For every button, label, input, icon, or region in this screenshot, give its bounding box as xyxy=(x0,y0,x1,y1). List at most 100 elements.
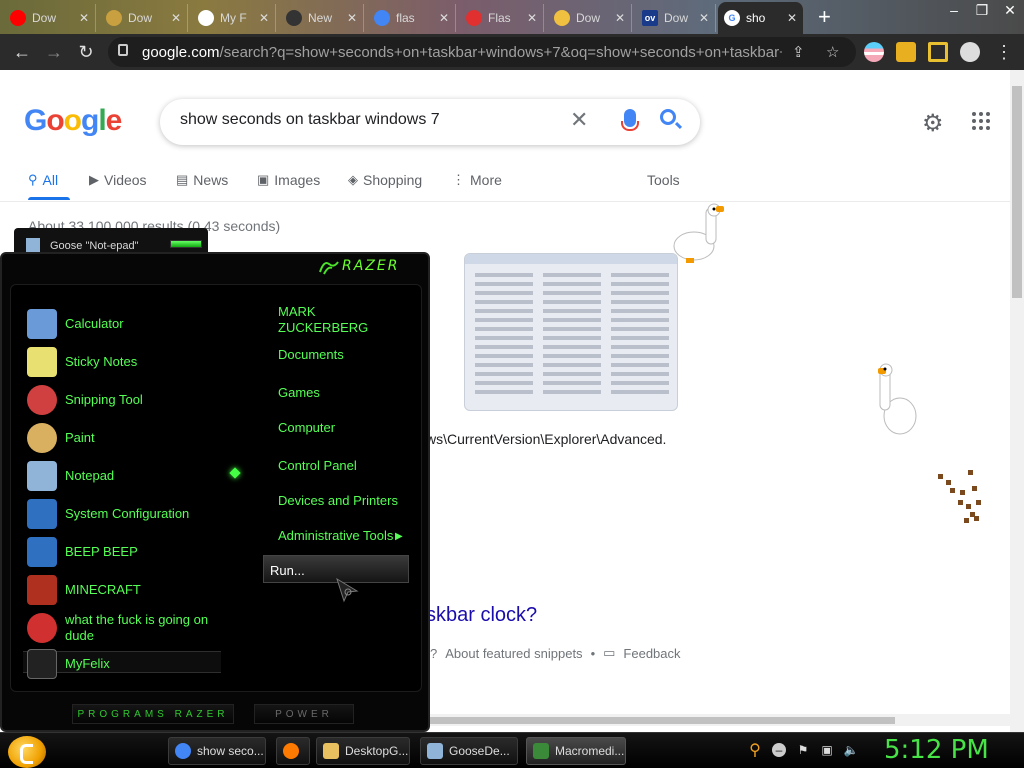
share-icon[interactable]: ⇪ xyxy=(792,43,805,61)
url-text: google.com/search?q=show+seconds+on+task… xyxy=(142,44,782,61)
forward-icon[interactable]: → xyxy=(42,40,66,64)
close-icon[interactable]: ✕ xyxy=(699,11,709,25)
place-user[interactable]: MARK ZUCKERBERG xyxy=(278,304,388,336)
taskbar-item-macromedia[interactable]: Macromedi... xyxy=(526,737,626,765)
tab-news[interactable]: ▤ News xyxy=(176,172,228,188)
minus-circle-icon[interactable]: – xyxy=(772,743,786,757)
close-icon[interactable]: ✕ xyxy=(439,11,449,25)
razer-logo: RAZER xyxy=(342,258,400,274)
window-controls: – ❐ ✕ xyxy=(940,0,1024,20)
taskbar-item-firefox[interactable] xyxy=(276,737,310,765)
close-icon[interactable]: ✕ xyxy=(615,11,625,25)
macromedia-icon xyxy=(533,743,549,759)
close-icon[interactable]: ✕ xyxy=(527,11,537,25)
avatar[interactable] xyxy=(960,42,980,62)
scrollbar-thumb[interactable] xyxy=(1012,86,1022,298)
program-myfelix[interactable]: MyFelix xyxy=(27,647,215,681)
browser-tab[interactable]: Dow ✕ xyxy=(100,4,188,32)
place-devices-printers[interactable]: Devices and Printers xyxy=(278,493,398,509)
profile-flag-icon[interactable] xyxy=(864,42,884,62)
place-administrative-tools[interactable]: Administrative Tools xyxy=(278,528,393,544)
clock[interactable]: 5:12 PM xyxy=(884,735,989,765)
scrollbar-thumb[interactable] xyxy=(430,717,895,724)
github-icon xyxy=(286,10,302,26)
related-question-link[interactable]: skbar clock? xyxy=(426,604,537,627)
address-bar[interactable]: google.com/search?q=show+seconds+on+task… xyxy=(108,37,856,67)
browser-tab-active[interactable]: Gsho ✕ xyxy=(718,2,804,34)
browser-tab[interactable]: New ✕ xyxy=(280,4,364,32)
program-snipping-tool[interactable]: Snipping Tool xyxy=(27,383,215,417)
browser-tab[interactable]: My F ✕ xyxy=(192,4,276,32)
browser-tab[interactable]: Flas ✕ xyxy=(460,4,544,32)
flag-icon[interactable]: ⚑ xyxy=(796,743,810,757)
extensions-icon[interactable] xyxy=(896,42,916,62)
search-icon[interactable] xyxy=(660,109,676,125)
close-window-icon[interactable]: ✕ xyxy=(996,0,1024,20)
clear-search-icon[interactable]: ✕ xyxy=(570,107,588,133)
volume-icon[interactable]: 🔈 xyxy=(844,743,859,757)
browser-tab[interactable]: flas ✕ xyxy=(368,4,456,32)
close-icon[interactable]: ✕ xyxy=(347,11,357,25)
microphone-icon[interactable] xyxy=(621,109,639,131)
download-icon xyxy=(554,10,570,26)
bookmark-star-icon[interactable]: ☆ xyxy=(826,43,839,61)
place-control-panel[interactable]: Control Panel xyxy=(278,458,357,474)
search-icon[interactable]: ⚲ xyxy=(748,742,762,759)
menu-kebab-icon[interactable]: ⋮ xyxy=(992,40,1016,64)
browser-tab[interactable]: Dow ✕ xyxy=(4,4,96,32)
reload-icon[interactable]: ↻ xyxy=(74,40,98,64)
scissors-icon xyxy=(27,385,57,415)
programs-button[interactable]: PROGRAMS RAZER xyxy=(72,704,234,724)
start-orb-icon[interactable] xyxy=(8,736,46,768)
tab-more[interactable]: ⋮ More xyxy=(452,172,502,188)
google-logo[interactable]: Google xyxy=(24,104,122,138)
calculator-icon xyxy=(27,309,57,339)
about-snippets-link[interactable]: About featured snippets xyxy=(445,646,582,661)
tab-images[interactable]: ▣ Images xyxy=(257,172,320,188)
program-sticky-notes[interactable]: Sticky Notes xyxy=(27,345,215,379)
taskbar-item-chrome[interactable]: show seco... xyxy=(168,737,266,765)
minimize-icon[interactable]: – xyxy=(940,0,968,20)
place-games[interactable]: Games xyxy=(278,385,320,401)
gear-icon[interactable]: ⚙ xyxy=(922,109,944,138)
program-paint[interactable]: Paint xyxy=(27,421,215,455)
tab-all[interactable]: ⚲ All xyxy=(28,172,58,188)
tools-button[interactable]: Tools xyxy=(647,172,680,188)
back-icon[interactable]: ← xyxy=(10,40,34,64)
close-icon[interactable]: ✕ xyxy=(259,11,269,25)
tag-icon: ◈ xyxy=(348,172,358,187)
network-icon[interactable]: ▣ xyxy=(820,743,834,757)
browser-tab[interactable]: Dow ✕ xyxy=(548,4,632,32)
close-icon[interactable]: ✕ xyxy=(79,11,89,25)
program-beep-beep[interactable]: BEEP BEEP xyxy=(27,535,215,569)
place-documents[interactable]: Documents xyxy=(278,347,344,363)
program-minecraft[interactable]: MINECRAFT xyxy=(27,573,215,607)
browser-tab[interactable]: ov Dow ✕ xyxy=(636,4,716,32)
feedback-link[interactable]: Feedback xyxy=(623,646,680,661)
apps-grid-icon[interactable] xyxy=(972,112,990,130)
browser-tab-strip: Dow ✕ Dow ✕ My F ✕ New ✕ flas ✕ Flas ✕ Dow ✕ ov… xyxy=(0,0,1024,34)
side-panel-icon[interactable] xyxy=(928,42,948,62)
program-angry-birds[interactable]: what the fuck is going on dude xyxy=(27,611,215,645)
new-tab-button[interactable]: + xyxy=(818,6,831,28)
goose-sprite[interactable] xyxy=(876,362,922,438)
place-computer[interactable]: Computer xyxy=(278,420,335,436)
close-icon[interactable]: ✕ xyxy=(171,11,181,25)
program-notepad[interactable]: Notepad xyxy=(27,459,215,493)
taskbar-item-folder[interactable]: DesktopG... xyxy=(316,737,410,765)
featured-snippet-image[interactable] xyxy=(464,253,678,411)
maximize-icon[interactable]: ❐ xyxy=(968,0,996,20)
program-system-configuration[interactable]: System Configuration xyxy=(27,497,215,531)
taskbar-item-notepad[interactable]: GooseDe... xyxy=(420,737,518,765)
goose-sprite[interactable] xyxy=(672,202,728,268)
tab-videos[interactable]: ▶ Videos xyxy=(89,172,147,188)
horizontal-scrollbar[interactable] xyxy=(430,714,1010,726)
search-input[interactable]: show seconds on taskbar windows 7 xyxy=(180,111,440,129)
vertical-scrollbar[interactable] xyxy=(1010,70,1024,732)
tab-shopping[interactable]: ◈ Shopping xyxy=(348,172,422,188)
divider xyxy=(0,201,1010,202)
search-box[interactable]: show seconds on taskbar windows 7 ✕ xyxy=(160,99,700,145)
program-calculator[interactable]: Calculator xyxy=(27,307,215,341)
close-icon[interactable]: ✕ xyxy=(787,11,797,25)
power-button[interactable]: POWER xyxy=(254,704,354,724)
